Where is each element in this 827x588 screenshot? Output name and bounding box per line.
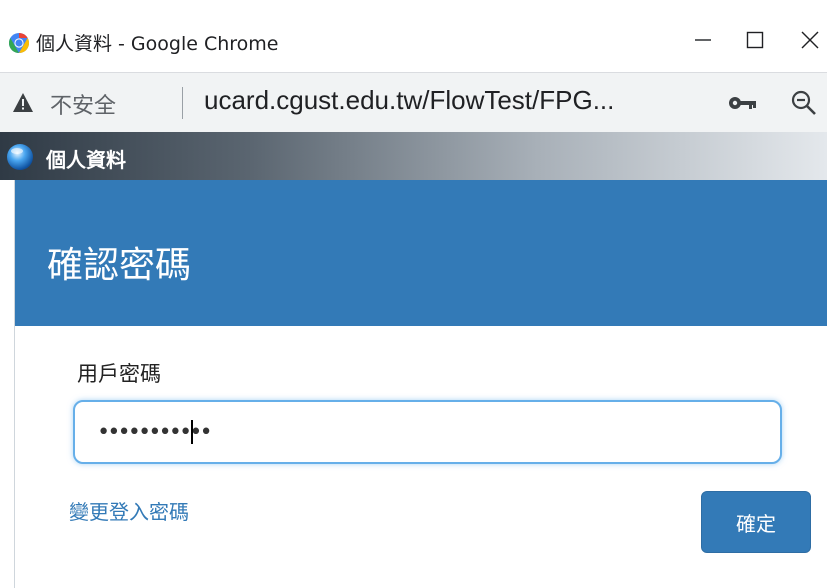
zoom-icon[interactable] [790,89,818,117]
minimize-button[interactable] [683,20,723,60]
modal-header: 確認密碼 [15,180,827,326]
change-password-link[interactable]: 變更登入密碼 [69,496,189,525]
chrome-logo-icon [9,33,29,53]
address-bar[interactable]: 不安全 ucard.cgust.edu.tw/FlowTest/FPG... [0,72,827,132]
confirm-password-modal: 確認密碼 用戶密碼 變更登入密碼 確定 [14,180,827,588]
url-text[interactable]: ucard.cgust.edu.tw/FlowTest/FPG... [204,85,614,116]
maximize-icon [746,31,764,49]
password-label: 用戶密碼 [77,362,161,386]
address-divider [182,87,183,119]
maximize-button[interactable] [735,20,775,60]
warning-icon[interactable] [12,92,34,114]
key-icon[interactable] [728,93,758,113]
password-input[interactable] [73,400,782,464]
dialog-title: 個人資料 [46,148,126,172]
security-status[interactable]: 不安全 [50,88,116,120]
close-button[interactable] [790,20,827,60]
dialog-titlebar: 個人資料 [0,132,827,180]
browser-titlebar: 個人資料 - Google Chrome [0,0,827,72]
window-title: 個人資料 - Google Chrome [36,33,279,55]
globe-orb-icon [7,144,33,170]
text-caret [191,420,193,444]
close-icon [801,31,819,49]
modal-title: 確認密碼 [47,245,192,286]
minimize-icon [695,39,711,41]
confirm-button[interactable]: 確定 [701,491,811,553]
